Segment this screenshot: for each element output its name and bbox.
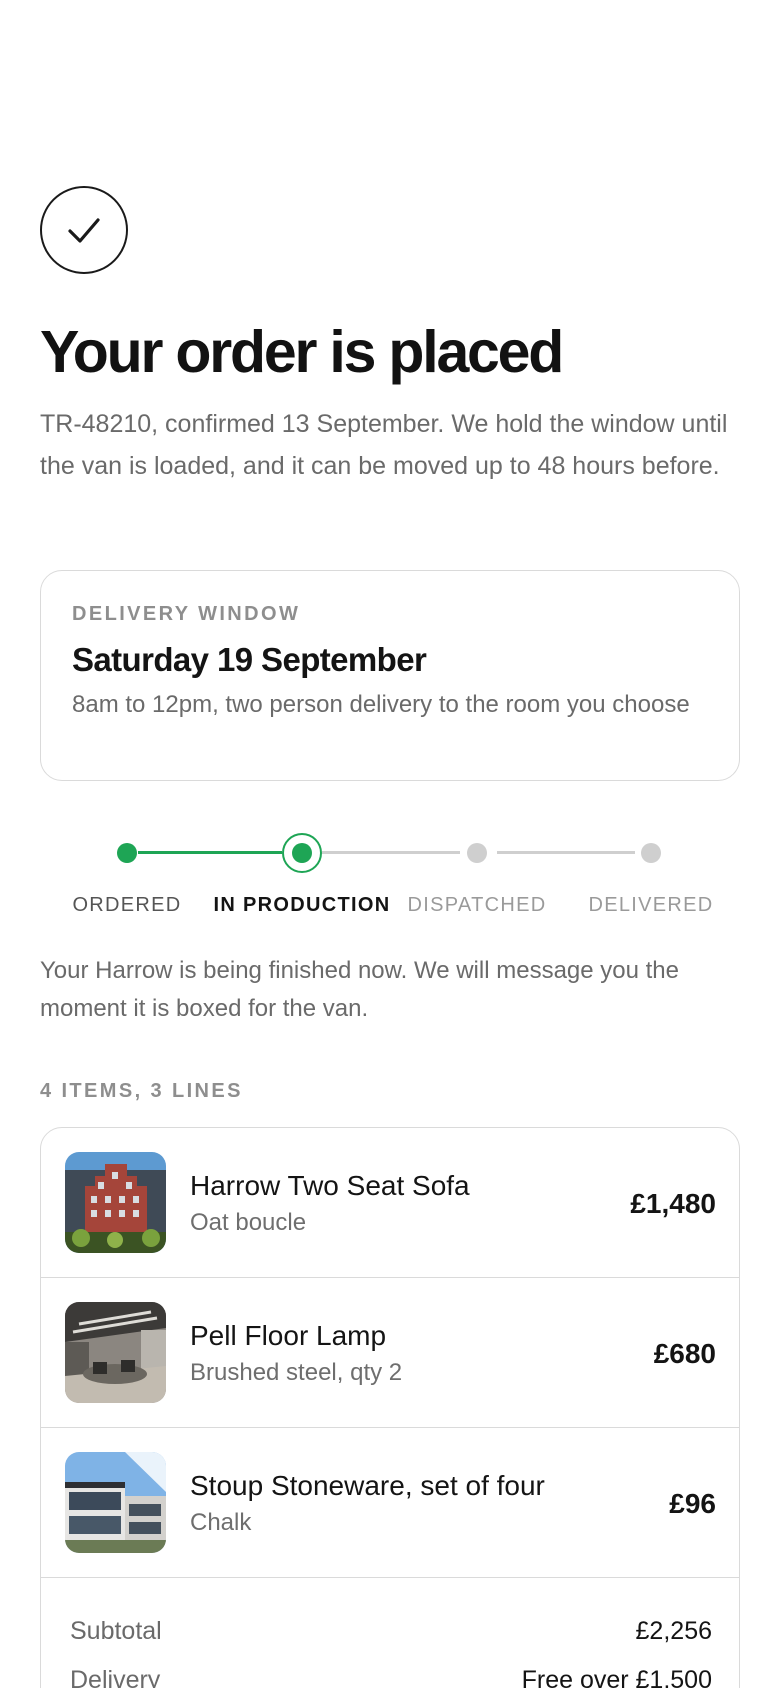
- item-name: Pell Floor Lamp: [190, 1320, 387, 1351]
- step-dot-in-production: [282, 833, 322, 873]
- item-variant: Brushed steel, qty 2: [190, 1359, 403, 1386]
- step-label-in-production: IN PRODUCTION: [213, 894, 391, 916]
- step-dot-dispatched: [467, 843, 487, 863]
- list-item[interactable]: Harrow Two Seat Sofa Oat boucle £1,480: [41, 1128, 739, 1278]
- progress-line-pending: [497, 851, 635, 854]
- subtotal-label: Subtotal: [70, 1617, 162, 1645]
- subtotal-value: £2,256: [635, 1617, 712, 1645]
- order-items-card: Harrow Two Seat Sofa Oat boucle £1,480 P…: [40, 1127, 740, 1688]
- step-label-ordered: ORDERED: [72, 894, 182, 916]
- checkmark-icon: [40, 186, 128, 274]
- interior-room-photo: [65, 1302, 166, 1403]
- delivery-window-date: Saturday 19 September: [72, 641, 427, 678]
- progress-line-complete: [138, 851, 282, 854]
- item-name: Stoup Stoneware, set of four: [190, 1470, 545, 1501]
- item-variant: Oat boucle: [190, 1209, 307, 1236]
- order-progress-tracker: ORDERED IN PRODUCTION DISPATCHED DELIVER…: [0, 820, 780, 920]
- step-label-dispatched: DISPATCHED: [407, 894, 547, 916]
- page-title: Your order is placed: [40, 319, 564, 385]
- delivery-window-card[interactable]: DELIVERY WINDOW Saturday 19 September 8a…: [40, 570, 740, 781]
- item-name: Harrow Two Seat Sofa: [190, 1170, 470, 1201]
- list-item[interactable]: Stoup Stoneware, set of four Chalk £96: [41, 1428, 739, 1578]
- order-confirmation-page: Your order is placed TR-48210, confirmed…: [0, 0, 780, 1688]
- modern-house-photo: [65, 1452, 166, 1553]
- step-label-delivered: DELIVERED: [588, 894, 714, 916]
- delivery-window-label: DELIVERY WINDOW: [72, 603, 301, 625]
- step-dot-ordered: [117, 843, 137, 863]
- item-price: £680: [653, 1338, 716, 1369]
- items-heading: 4 ITEMS, 3 LINES: [40, 1080, 243, 1102]
- step-dot-delivered: [641, 843, 661, 863]
- list-item[interactable]: Pell Floor Lamp Brushed steel, qty 2 £68…: [41, 1278, 739, 1428]
- brick-building-photo: [65, 1152, 166, 1253]
- item-variant: Chalk: [190, 1509, 252, 1536]
- delivery-window-description: 8am to 12pm, two person delivery to the …: [72, 691, 690, 718]
- progress-line-pending: [322, 851, 460, 854]
- progress-status-message: Your Harrow is being finished now. We wi…: [40, 957, 679, 1022]
- delivery-value: Free over £1,500: [521, 1666, 712, 1688]
- delivery-label: Delivery: [70, 1666, 161, 1688]
- item-price: £96: [669, 1488, 716, 1519]
- order-intro-text: TR-48210, confirmed 13 September. We hol…: [40, 410, 728, 480]
- item-price: £1,480: [630, 1188, 716, 1219]
